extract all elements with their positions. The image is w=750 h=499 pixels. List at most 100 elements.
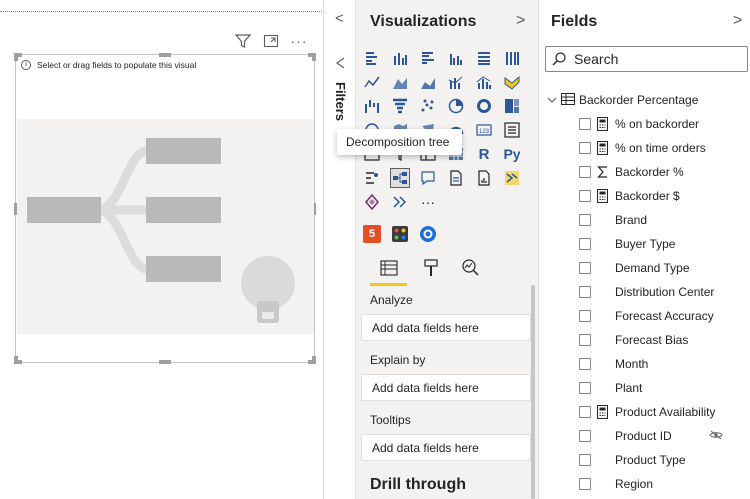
resize-handle[interactable] [159,360,171,364]
clustered-column-chart-icon[interactable] [446,48,466,68]
qa-visual-icon[interactable] [418,168,438,188]
placeholder-root-node [27,197,101,223]
table-row-backorder-percentage[interactable]: Backorder Percentage [539,88,750,112]
html5-visual-icon[interactable]: 5 [362,224,382,244]
format-visual-tab[interactable] [418,256,444,280]
field-row[interactable]: Demand Type [539,256,750,280]
scatter-chart-icon[interactable] [418,96,438,116]
field-row[interactable]: Product Type [539,448,750,472]
area-chart-icon[interactable] [390,72,410,92]
decomposition-tree-visual[interactable]: i Select or drag fields to populate this… [14,53,316,364]
palette-visual-icon[interactable] [390,224,410,244]
stacked-area-chart-icon[interactable] [418,72,438,92]
analyze-label: Analyze [370,293,413,307]
pie-chart-icon[interactable] [446,96,466,116]
field-row[interactable]: Month [539,352,750,376]
filters-expand-icon[interactable] [333,56,347,75]
resize-handle[interactable] [14,356,18,364]
field-row[interactable]: Region [539,472,750,496]
visualizations-scrollbar[interactable] [531,285,535,499]
treemap-icon[interactable] [502,96,522,116]
filter-icon[interactable] [234,33,252,49]
collapse-chevron-icon[interactable]: < [335,10,344,27]
resize-handle[interactable] [312,53,316,61]
ribbon-chart-icon[interactable] [502,72,522,92]
r-script-visual-icon[interactable]: R [474,144,494,164]
clustered-bar-chart-icon[interactable] [418,48,438,68]
field-row[interactable]: % on backorder [539,112,750,136]
field-row[interactable]: Buyer Type [539,232,750,256]
drill-through-header[interactable]: Drill through [370,476,466,494]
field-row[interactable]: Forecast Bias [539,328,750,352]
analyze-field-well[interactable]: Add data fields here [361,314,531,341]
analytics-tab[interactable] [458,256,484,280]
field-checkbox[interactable] [579,142,591,154]
field-checkbox[interactable] [579,166,591,178]
metrics-icon[interactable] [390,192,410,212]
field-checkbox[interactable] [579,406,591,418]
field-row[interactable]: Backorder $ [539,184,750,208]
stacked-column-chart-icon[interactable] [390,48,410,68]
power-automate-icon[interactable] [502,168,522,188]
field-checkbox[interactable] [579,118,591,130]
field-checkbox[interactable] [579,310,591,322]
field-checkbox[interactable] [579,214,591,226]
field-row[interactable]: Distribution Center [539,280,750,304]
waterfall-chart-icon[interactable] [362,96,382,116]
more-visuals-icon[interactable]: ··· [418,192,438,212]
svg-text:123: 123 [479,129,490,135]
explain-by-field-well[interactable]: Add data fields here [361,374,531,401]
more-options-icon[interactable]: ··· [290,33,308,49]
stacked-bar-chart-icon[interactable] [362,48,382,68]
resize-handle[interactable] [159,53,171,57]
custom-blue-visual-icon[interactable] [418,224,438,244]
field-checkbox[interactable] [579,478,591,490]
field-row[interactable]: Forecast Accuracy [539,304,750,328]
line-and-clustered-column-chart-icon[interactable] [474,72,494,92]
filters-label[interactable]: Filters [333,82,348,121]
visualizations-collapse-icon[interactable]: > [516,12,525,30]
multi-row-card-icon[interactable] [502,120,522,140]
card-icon[interactable]: 123 [474,120,494,140]
decomposition-tree-icon[interactable] [390,168,410,188]
paginated-report-icon[interactable] [474,168,494,188]
fields-search-input[interactable]: Search [545,46,748,72]
field-row[interactable]: % on time orders [539,136,750,160]
field-checkbox[interactable] [579,262,591,274]
field-row[interactable]: Plant [539,376,750,400]
search-placeholder: Search [574,51,619,67]
funnel-chart-icon[interactable] [390,96,410,116]
100-stacked-column-chart-icon[interactable] [502,48,522,68]
report-canvas[interactable]: ··· i Select or drag fields to populate … [0,0,322,499]
field-label: Buyer Type [615,237,676,251]
100-stacked-bar-chart-icon[interactable] [474,48,494,68]
smart-narrative-icon[interactable] [446,168,466,188]
field-checkbox[interactable] [579,382,591,394]
field-checkbox[interactable] [579,190,591,202]
field-row[interactable]: Brand [539,208,750,232]
python-visual-icon[interactable]: Py [502,144,522,164]
line-and-stacked-column-chart-icon[interactable] [446,72,466,92]
field-row[interactable]: Backorder % [539,160,750,184]
field-checkbox[interactable] [579,430,591,442]
focus-mode-icon[interactable] [262,33,280,49]
field-row[interactable]: Product Availability [539,400,750,424]
line-chart-icon[interactable] [362,72,382,92]
tooltips-field-well[interactable]: Add data fields here [361,434,531,461]
build-visual-tab[interactable] [376,256,402,280]
field-checkbox[interactable] [579,358,591,370]
field-row[interactable]: Product ID [539,424,750,448]
filters-collapsed-pane[interactable]: < Filters [323,0,355,499]
fields-collapse-icon[interactable]: > [733,12,742,30]
field-checkbox[interactable] [579,334,591,346]
power-apps-icon[interactable] [362,192,382,212]
donut-chart-icon[interactable] [474,96,494,116]
field-checkbox[interactable] [579,238,591,250]
resize-handle[interactable] [312,356,316,364]
field-checkbox[interactable] [579,286,591,298]
chevron-down-icon[interactable] [547,93,557,107]
field-checkbox[interactable] [579,454,591,466]
key-influencers-icon[interactable] [362,168,382,188]
placeholder-node [146,197,221,223]
resize-handle[interactable] [14,53,18,61]
